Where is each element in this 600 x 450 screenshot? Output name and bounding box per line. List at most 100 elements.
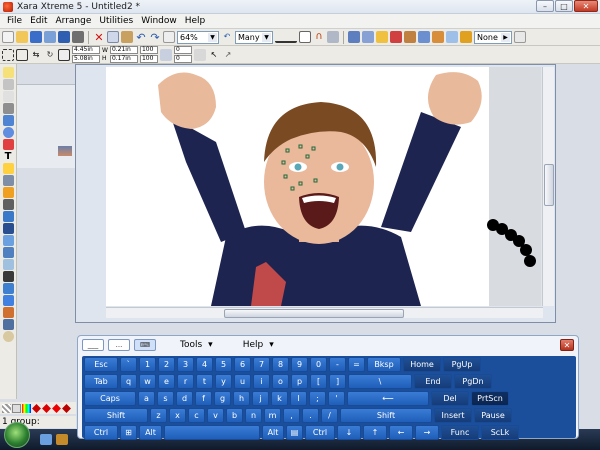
key-symbol[interactable]: ' bbox=[328, 391, 345, 406]
y-position-field[interactable]: 5.08in bbox=[72, 55, 100, 63]
angle-icon[interactable] bbox=[193, 48, 206, 61]
key-y[interactable]: y bbox=[215, 374, 232, 389]
key-5[interactable]: 5 bbox=[215, 357, 232, 372]
height-field[interactable]: 0.17in bbox=[109, 55, 138, 63]
x-position-field[interactable]: 4.45in bbox=[72, 46, 100, 54]
key-symbol[interactable]: ` bbox=[120, 357, 137, 372]
key-i[interactable]: i bbox=[253, 374, 270, 389]
gallery-tool-icon[interactable] bbox=[2, 295, 14, 306]
key-tab[interactable]: Tab bbox=[84, 374, 118, 389]
key-symbol[interactable]: [ bbox=[310, 374, 327, 389]
key-z[interactable]: z bbox=[150, 408, 167, 423]
key-7[interactable]: 7 bbox=[253, 357, 270, 372]
select-inside-icon[interactable]: ↖ bbox=[208, 49, 220, 61]
key-m[interactable]: m bbox=[264, 408, 281, 423]
shadow-icon[interactable] bbox=[432, 31, 444, 43]
mode-dots-icon[interactable]: ... bbox=[108, 339, 130, 351]
undo-icon[interactable]: ↶ bbox=[135, 31, 147, 43]
key-symbol[interactable]: ↓ bbox=[337, 425, 361, 440]
key-9[interactable]: 9 bbox=[291, 357, 308, 372]
key-ctrl[interactable]: Ctrl bbox=[305, 425, 335, 440]
key-t[interactable]: t bbox=[196, 374, 213, 389]
redo-icon[interactable]: ↷ bbox=[149, 31, 161, 43]
group-icon[interactable] bbox=[348, 31, 360, 43]
key-symbol[interactable]: - bbox=[329, 357, 346, 372]
bounds-icon[interactable] bbox=[2, 48, 14, 61]
shape-editor-tool-icon[interactable] bbox=[2, 103, 14, 114]
brush-tool-icon[interactable] bbox=[2, 271, 14, 282]
line-style-icon[interactable] bbox=[299, 31, 311, 43]
key-alt[interactable]: Alt bbox=[139, 425, 162, 440]
cut-icon[interactable]: ✕ bbox=[93, 31, 105, 43]
horizontal-scrollbar[interactable] bbox=[106, 307, 543, 318]
key-symbol[interactable]: \ bbox=[348, 374, 412, 389]
freehand-tool-icon[interactable] bbox=[2, 91, 14, 102]
save-icon[interactable] bbox=[30, 31, 42, 43]
key-symbol[interactable]: , bbox=[283, 408, 300, 423]
lock-aspect-icon[interactable] bbox=[159, 48, 172, 61]
key-k[interactable]: k bbox=[271, 391, 288, 406]
key-end[interactable]: End bbox=[414, 374, 452, 389]
blend-tool-icon[interactable] bbox=[2, 187, 14, 198]
key-o[interactable]: o bbox=[272, 374, 289, 389]
black-dot-curve[interactable] bbox=[485, 215, 545, 275]
close-button[interactable]: ✕ bbox=[574, 0, 598, 12]
key-esc[interactable]: Esc bbox=[84, 357, 118, 372]
line-width-icon[interactable] bbox=[275, 31, 297, 43]
export-icon[interactable] bbox=[58, 31, 70, 43]
paste-icon[interactable] bbox=[121, 31, 133, 43]
explorer-icon[interactable] bbox=[56, 434, 68, 445]
magnet-icon[interactable]: ∩ bbox=[313, 31, 325, 43]
rotate-handles-icon[interactable] bbox=[16, 48, 28, 61]
transparency-tool-icon[interactable] bbox=[2, 175, 14, 186]
ellipse-tool-icon[interactable] bbox=[2, 127, 14, 138]
zoom-combo[interactable]: 64% ▼ bbox=[177, 30, 219, 44]
key-l[interactable]: l bbox=[290, 391, 307, 406]
key-f[interactable]: f bbox=[195, 391, 212, 406]
key-0[interactable]: 0 bbox=[310, 357, 327, 372]
ungroup-icon[interactable] bbox=[362, 31, 374, 43]
key-symbol[interactable]: ⟵ bbox=[347, 391, 429, 406]
options-icon[interactable] bbox=[514, 31, 526, 43]
key-symbol[interactable]: ] bbox=[329, 374, 346, 389]
swatch[interactable] bbox=[42, 403, 51, 413]
swatch[interactable] bbox=[22, 403, 31, 413]
key-pgup[interactable]: PgUp bbox=[443, 357, 481, 372]
minimize-button[interactable]: – bbox=[536, 0, 554, 12]
key-del[interactable]: Del bbox=[431, 391, 469, 406]
key-home[interactable]: Home bbox=[403, 357, 441, 372]
transparency-icon[interactable] bbox=[446, 31, 458, 43]
height-scale-field[interactable]: 100 bbox=[139, 55, 158, 63]
key-e[interactable]: e bbox=[158, 374, 175, 389]
key-4[interactable]: 4 bbox=[196, 357, 213, 372]
flip-icon[interactable]: ⇆ bbox=[30, 49, 42, 61]
zoom-tool-icon[interactable] bbox=[163, 31, 175, 43]
mode-line-icon[interactable]: ___ bbox=[82, 339, 104, 351]
key-q[interactable]: q bbox=[120, 374, 137, 389]
key-symbol[interactable]: = bbox=[348, 357, 365, 372]
swatch[interactable] bbox=[62, 403, 71, 413]
key-symbol[interactable]: . bbox=[302, 408, 319, 423]
break-shapes-icon[interactable] bbox=[390, 31, 402, 43]
menu-help[interactable]: Help bbox=[181, 16, 210, 26]
key-insert[interactable]: Insert bbox=[434, 408, 472, 423]
key-2[interactable]: 2 bbox=[158, 357, 175, 372]
key-a[interactable]: a bbox=[138, 391, 155, 406]
rectangle-tool-icon[interactable] bbox=[2, 115, 14, 126]
key-6[interactable]: 6 bbox=[234, 357, 251, 372]
feather-icon[interactable] bbox=[460, 31, 472, 43]
start-button[interactable] bbox=[4, 422, 30, 448]
key-alt[interactable]: Alt bbox=[262, 425, 284, 440]
key-symbol[interactable]: ; bbox=[309, 391, 326, 406]
close-icon[interactable]: ✕ bbox=[560, 339, 574, 351]
key-g[interactable]: g bbox=[214, 391, 231, 406]
arrow-tool-icon[interactable]: ↗ bbox=[222, 49, 234, 61]
live-effects-tool-icon[interactable] bbox=[2, 247, 14, 258]
snap-icon[interactable] bbox=[327, 31, 339, 43]
import-icon[interactable] bbox=[44, 31, 56, 43]
key-symbol[interactable]: / bbox=[321, 408, 338, 423]
key-1[interactable]: 1 bbox=[139, 357, 156, 372]
selection-mode-combo[interactable]: Many ▼ bbox=[235, 30, 273, 44]
key-bksp[interactable]: Bksp bbox=[367, 357, 401, 372]
rotate-icon[interactable]: ↻ bbox=[44, 49, 56, 61]
